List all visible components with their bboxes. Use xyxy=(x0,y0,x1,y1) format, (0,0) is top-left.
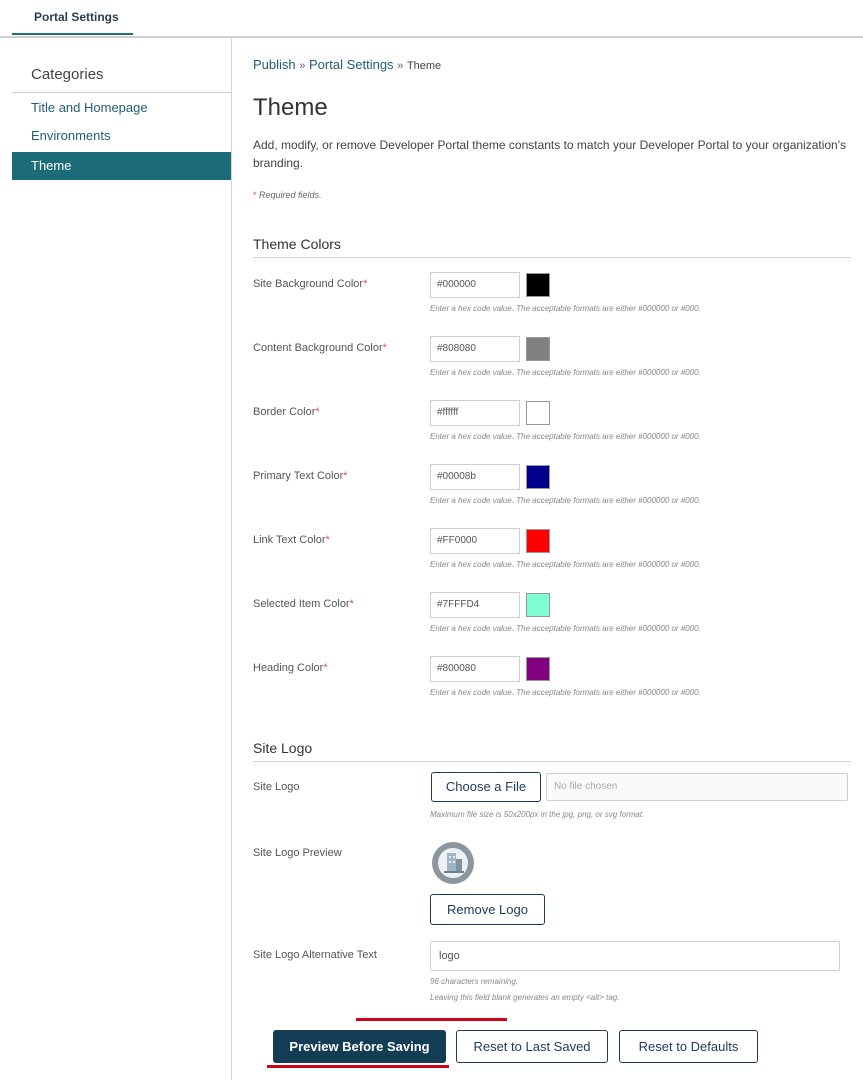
color-label: Selected Item Color* xyxy=(253,598,354,610)
logo-size-hint: Maximum file size is 50x200px in the jpg… xyxy=(430,810,645,819)
vertical-divider xyxy=(231,36,232,1080)
color-swatch[interactable] xyxy=(526,657,550,681)
color-hex-input[interactable]: #000000 xyxy=(430,272,520,298)
color-hint: Enter a hex code value. The acceptable f… xyxy=(430,368,701,377)
color-row-heading: Heading Color* #800080 Enter a hex code … xyxy=(253,656,853,716)
required-fields-note: * Required fields. xyxy=(253,190,322,200)
color-hex-input[interactable]: #FF0000 xyxy=(430,528,520,554)
color-swatch[interactable] xyxy=(526,465,550,489)
color-hint: Enter a hex code value. The acceptable f… xyxy=(430,560,701,569)
color-hint: Enter a hex code value. The acceptable f… xyxy=(430,304,701,313)
color-swatch[interactable] xyxy=(526,401,550,425)
color-hex-input[interactable]: #800080 xyxy=(430,656,520,682)
breadcrumb-separator: » xyxy=(397,60,404,72)
site-logo-alt-text-label: Site Logo Alternative Text xyxy=(253,949,377,961)
color-row-link-text: Link Text Color* #FF0000 Enter a hex cod… xyxy=(253,528,853,588)
color-swatch[interactable] xyxy=(526,273,550,297)
sidebar: Categories Title and Homepage Environmen… xyxy=(12,36,231,1080)
color-label: Site Background Color* xyxy=(253,278,368,290)
sidebar-divider xyxy=(12,92,231,93)
color-row-primary-text: Primary Text Color* #00008b Enter a hex … xyxy=(253,464,853,524)
required-star: * xyxy=(253,190,257,200)
section-title-site-logo: Site Logo xyxy=(253,740,313,756)
site-logo-preview-label: Site Logo Preview xyxy=(253,847,342,859)
logo-preview-image xyxy=(432,842,474,884)
breadcrumb: Publish » Portal Settings » Theme xyxy=(253,57,441,72)
breadcrumb-separator: » xyxy=(299,60,306,72)
sidebar-item-title-and-homepage[interactable]: Title and Homepage xyxy=(12,94,231,122)
chars-remaining: 96 characters remaining. xyxy=(430,977,519,986)
color-hint: Enter a hex code value. The acceptable f… xyxy=(430,688,701,697)
color-label: Primary Text Color* xyxy=(253,470,348,482)
alt-text-input[interactable]: logo xyxy=(430,941,840,971)
sidebar-item-environments[interactable]: Environments xyxy=(12,122,231,150)
sidebar-title: Categories xyxy=(31,66,104,83)
preview-before-saving-button[interactable]: Preview Before Saving xyxy=(273,1030,446,1063)
color-label: Content Background Color* xyxy=(253,342,387,354)
reset-to-defaults-button[interactable]: Reset to Defaults xyxy=(619,1030,758,1063)
color-hint: Enter a hex code value. The acceptable f… xyxy=(430,624,701,633)
color-label: Heading Color* xyxy=(253,662,328,674)
color-swatch[interactable] xyxy=(526,593,550,617)
color-hex-input[interactable]: #7FFFD4 xyxy=(430,592,520,618)
required-note-text: Required fields. xyxy=(259,190,322,200)
choose-file-button[interactable]: Choose a File xyxy=(431,772,541,802)
color-label: Link Text Color* xyxy=(253,534,330,546)
site-logo-label: Site Logo xyxy=(253,781,300,793)
color-row-selected-item: Selected Item Color* #7FFFD4 Enter a hex… xyxy=(253,592,853,652)
building-icon xyxy=(433,843,473,883)
color-hex-input[interactable]: #00008b xyxy=(430,464,520,490)
file-name-field: No file chosen xyxy=(546,773,848,801)
active-tab-underline xyxy=(12,33,133,35)
color-row-content-background: Content Background Color* #808080 Enter … xyxy=(253,336,853,396)
top-tab-bar: Portal Settings xyxy=(0,0,863,38)
section-title-theme-colors: Theme Colors xyxy=(253,236,341,252)
color-hex-input[interactable]: #808080 xyxy=(430,336,520,362)
highlight-line-bottom xyxy=(267,1065,449,1068)
remove-logo-button[interactable]: Remove Logo xyxy=(430,894,545,925)
color-label: Border Color* xyxy=(253,406,320,418)
alt-text-hint: Leaving this field blank generates an em… xyxy=(430,993,620,1002)
color-swatch[interactable] xyxy=(526,337,550,361)
page-title: Theme xyxy=(253,94,328,121)
color-row-border: Border Color* #ffffff Enter a hex code v… xyxy=(253,400,853,460)
color-row-site-background: Site Background Color* #000000 Enter a h… xyxy=(253,272,853,332)
highlight-line-top xyxy=(356,1018,507,1021)
tab-portal-settings[interactable]: Portal Settings xyxy=(34,10,119,24)
color-hex-input[interactable]: #ffffff xyxy=(430,400,520,426)
reset-to-last-saved-button[interactable]: Reset to Last Saved xyxy=(456,1030,608,1063)
section-divider xyxy=(253,761,851,762)
section-divider xyxy=(253,257,851,258)
page-description: Add, modify, or remove Developer Portal … xyxy=(253,138,847,170)
color-swatch[interactable] xyxy=(526,529,550,553)
breadcrumb-current: Theme xyxy=(406,60,442,72)
breadcrumb-portal-settings[interactable]: Portal Settings xyxy=(309,57,394,72)
breadcrumb-publish[interactable]: Publish xyxy=(253,57,296,72)
sidebar-item-theme[interactable]: Theme xyxy=(12,152,231,180)
color-hint: Enter a hex code value. The acceptable f… xyxy=(430,496,701,505)
color-hint: Enter a hex code value. The acceptable f… xyxy=(430,432,701,441)
